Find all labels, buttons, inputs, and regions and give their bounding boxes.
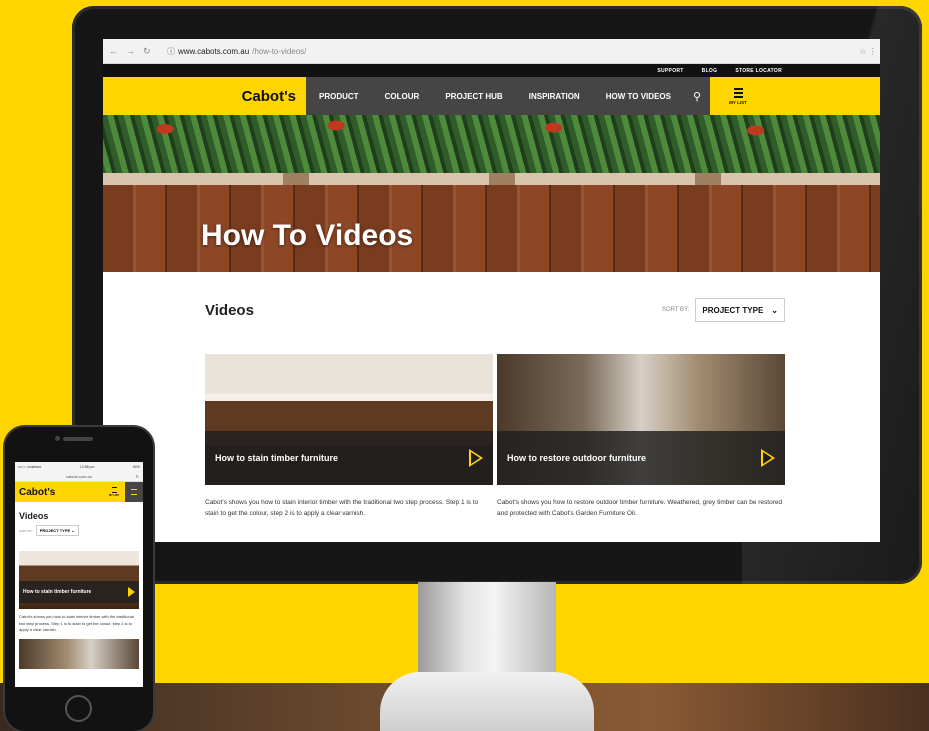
mobile-nav: Cabot's MY LIST xyxy=(15,482,143,502)
play-icon[interactable] xyxy=(761,449,775,467)
url-host: www.cabots.com.au xyxy=(178,46,250,56)
nav-item-project-hub[interactable]: PROJECT HUB xyxy=(445,92,502,101)
reload-icon[interactable]: ↻ xyxy=(143,46,151,57)
video-title: How to restore outdoor furniture xyxy=(507,453,646,463)
video-grid: How to stain timber furniture Cabot's sh… xyxy=(205,354,785,519)
mobile-videos-heading: Videos xyxy=(19,511,49,521)
nav-item-product[interactable]: PRODUCT xyxy=(319,92,359,101)
forward-arrow-icon[interactable]: → xyxy=(126,46,135,57)
mobile-screen: •••○○ vodafone 12:58 pm 60% cabots.com.a… xyxy=(15,462,143,687)
home-button[interactable] xyxy=(65,695,92,722)
mobile-video-title: How to stain timber furniture xyxy=(23,589,92,595)
video-description: Cabot's shows you how to restore outdoor… xyxy=(497,499,783,517)
sort-control: SORT BY: PROJECT TYPE ⌄ xyxy=(662,298,785,322)
mobile-my-list-button[interactable]: MY LIST xyxy=(103,487,125,497)
mobile-video-thumbnail-next[interactable] xyxy=(19,638,139,669)
sort-select[interactable]: PROJECT TYPE ⌄ xyxy=(695,298,785,322)
nav-item-inspiration[interactable]: INSPIRATION xyxy=(529,92,580,101)
cabots-logo[interactable]: Cabot's xyxy=(103,77,306,115)
hamburger-menu-icon[interactable] xyxy=(125,482,143,502)
video-description: Cabot's shows you how to stain interior … xyxy=(205,499,479,517)
search-icon[interactable]: ⚲ xyxy=(684,77,710,115)
mobile-sort-control: SORT BY: PROJECT TYPE ⌄ xyxy=(15,525,143,536)
main-nav: Cabot's PRODUCT COLOUR PROJECT HUB INSPI… xyxy=(103,77,880,115)
play-icon[interactable] xyxy=(128,587,135,597)
monitor-stand xyxy=(418,582,556,678)
video-thumbnail[interactable]: How to restore outdoor furniture xyxy=(497,354,785,485)
browser-nav-buttons: ← → ↻ xyxy=(103,46,167,57)
mobile-sort-select[interactable]: PROJECT TYPE ⌄ xyxy=(35,525,79,536)
video-card[interactable]: How to restore outdoor furniture Cabot's… xyxy=(497,354,785,519)
nav-item-colour[interactable]: COLOUR xyxy=(385,92,420,101)
chevron-down-icon: ⌄ xyxy=(771,305,778,315)
list-icon xyxy=(733,87,743,98)
mobile-carrier: •••○○ vodafone xyxy=(18,464,42,469)
desktop-screen: ← → ↻ ⓘ www.cabots.com.au/how-to-videos/… xyxy=(103,39,880,542)
mobile-sort-label: SORT BY: xyxy=(19,528,33,533)
browser-toolbar: ← → ↻ ⓘ www.cabots.com.au/how-to-videos/… xyxy=(103,39,880,64)
my-list-label: MY LIST xyxy=(729,99,747,105)
mobile-phone: •••○○ vodafone 12:58 pm 60% cabots.com.a… xyxy=(5,427,153,731)
star-icon[interactable]: ☆ ⋮ xyxy=(856,47,880,56)
sort-value: PROJECT TYPE xyxy=(702,305,764,315)
main-menu: PRODUCT COLOUR PROJECT HUB INSPIRATION H… xyxy=(306,77,684,115)
url-path: /how-to-videos/ xyxy=(252,46,307,56)
address-bar[interactable]: ⓘ www.cabots.com.au/how-to-videos/ xyxy=(167,46,856,57)
mobile-my-list-label: MY LIST xyxy=(109,494,119,497)
utility-link-support[interactable]: SUPPORT xyxy=(657,68,683,74)
camera-icon xyxy=(55,436,60,441)
back-arrow-icon[interactable]: ← xyxy=(109,46,118,57)
videos-section: Videos SORT BY: PROJECT TYPE ⌄ How to st… xyxy=(103,298,880,519)
mobile-video-title-bar: How to stain timber furniture xyxy=(19,581,139,603)
mobile-sort-value: PROJECT TYPE xyxy=(39,528,71,533)
videos-heading: Videos xyxy=(205,301,254,319)
mobile-battery: 60% xyxy=(132,464,140,469)
mobile-address-bar[interactable]: cabots.com.au ↻ xyxy=(15,471,143,482)
list-icon xyxy=(111,487,117,493)
hero-title: How To Videos xyxy=(201,219,414,252)
video-thumbnail[interactable]: How to stain timber furniture xyxy=(205,354,493,485)
mobile-time: 12:58 pm xyxy=(79,464,95,469)
videos-header: Videos SORT BY: PROJECT TYPE ⌄ xyxy=(205,298,785,322)
sort-label: SORT BY: xyxy=(661,307,690,313)
mobile-video-description: Cabot's shows you how to stain interior … xyxy=(19,614,134,632)
info-icon: ⓘ xyxy=(167,46,175,56)
mobile-status-bar: •••○○ vodafone 12:58 pm 60% xyxy=(15,462,143,471)
mobile-video-thumbnail[interactable]: How to stain timber furniture xyxy=(19,551,139,609)
utility-link-store-locator[interactable]: STORE LOCATOR xyxy=(735,68,782,74)
video-title-bar: How to stain timber furniture xyxy=(205,431,493,485)
video-card[interactable]: How to stain timber furniture Cabot's sh… xyxy=(205,354,493,519)
reload-icon[interactable]: ↻ xyxy=(136,474,139,479)
video-title-bar: How to restore outdoor furniture xyxy=(497,431,785,485)
play-icon[interactable] xyxy=(469,449,483,467)
speaker-grille xyxy=(63,437,93,441)
video-title: How to stain timber furniture xyxy=(215,453,339,463)
nav-item-how-to-videos[interactable]: HOW TO VIDEOS xyxy=(606,92,671,101)
mobile-url: cabots.com.au xyxy=(65,473,92,479)
monitor-stand-base xyxy=(380,672,594,731)
utility-nav: SUPPORT BLOG STORE LOCATOR xyxy=(103,64,880,77)
utility-link-blog[interactable]: BLOG xyxy=(702,68,718,74)
my-list-button[interactable]: MY LIST xyxy=(710,77,766,115)
hero-banner: How To Videos xyxy=(103,115,880,272)
mobile-logo[interactable]: Cabot's xyxy=(15,487,103,498)
